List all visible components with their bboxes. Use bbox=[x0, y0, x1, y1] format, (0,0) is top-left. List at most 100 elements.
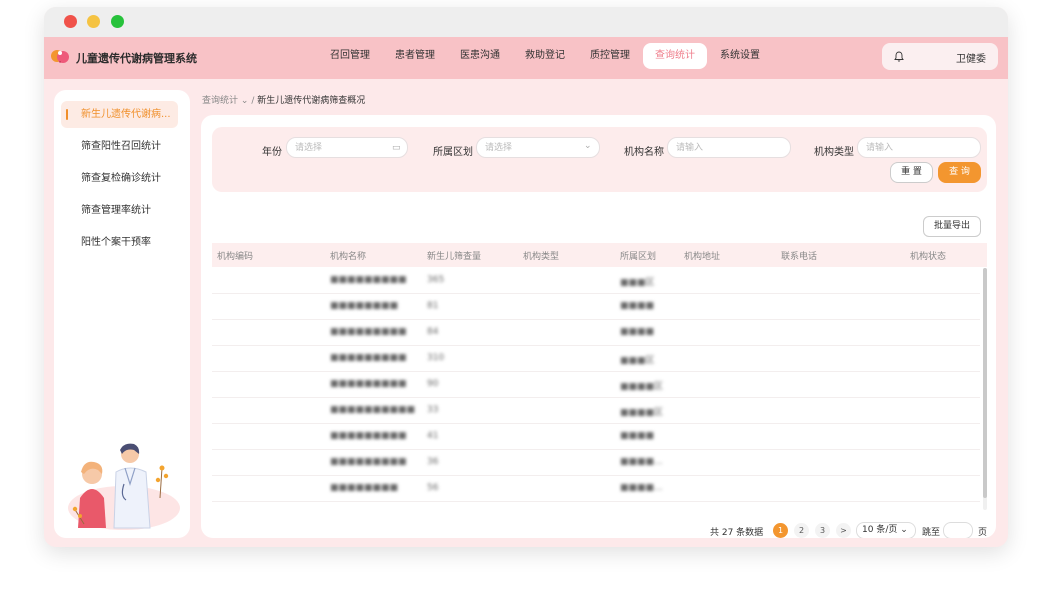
cell-district: ■■■■区 bbox=[620, 408, 664, 418]
cell-district: ■■■区 bbox=[620, 356, 655, 366]
nav-quality-control[interactable]: 质控管理 bbox=[578, 43, 642, 69]
nav-recall[interactable]: 召回管理 bbox=[318, 43, 382, 69]
cell-screening-count: 41 bbox=[427, 431, 439, 441]
filter-panel: 年份 ▭ 所属区划 ⌄ 机构名称 机构类型 重 置 查 询 bbox=[212, 127, 987, 192]
app-window: 儿童遗传代谢病管理系统 召回管理 患者管理 医患沟通 救助登记 质控管理 查询统… bbox=[44, 7, 1008, 547]
nav-query-statistics[interactable]: 查询统计 bbox=[643, 43, 707, 69]
table-row[interactable]: ■■■■■■■■■■ 33 ■■■■区 bbox=[212, 398, 980, 424]
page-size-select[interactable]: 10 条/页 ⌄ bbox=[856, 522, 916, 538]
nav-communication[interactable]: 医患沟通 bbox=[448, 43, 512, 69]
col-phone: 联系电话 bbox=[781, 252, 818, 262]
org-name-input[interactable] bbox=[667, 137, 791, 158]
batch-export-button[interactable]: 批量导出 bbox=[923, 216, 981, 237]
year-label: 年份 bbox=[262, 147, 282, 158]
cell-screening-count: 84 bbox=[427, 327, 439, 337]
pagination: 共 27 条数据 1 2 3 > 10 条/页 ⌄ 跳至 页 bbox=[201, 522, 996, 538]
year-select[interactable] bbox=[286, 137, 408, 158]
cell-screening-count: 90 bbox=[427, 379, 439, 389]
main-content: 年份 ▭ 所属区划 ⌄ 机构名称 机构类型 重 置 查 询 批量导出 机构编码 … bbox=[201, 115, 996, 538]
col-org-type: 机构类型 bbox=[523, 252, 560, 262]
app-logo-icon bbox=[51, 50, 69, 63]
table-row[interactable]: ■■■■■■■■ 56 ■■■■... bbox=[212, 476, 980, 502]
sidebar-item-management-rate[interactable]: 筛查管理率统计 bbox=[61, 197, 178, 224]
org-type-input[interactable] bbox=[857, 137, 981, 158]
close-window-button[interactable] bbox=[64, 15, 77, 28]
district-select[interactable] bbox=[476, 137, 600, 158]
cell-org-name: ■■■■■■■■■ bbox=[330, 275, 407, 285]
table-row[interactable]: ■■■■■■■■■ 84 ■■■■ bbox=[212, 320, 980, 346]
chevron-down-icon: ⌄ bbox=[900, 525, 908, 535]
org-name-label: 机构名称 bbox=[624, 147, 664, 158]
cell-district: ■■■■区 bbox=[620, 382, 664, 392]
cell-org-name: ■■■■■■■■■ bbox=[330, 353, 407, 363]
cell-org-name: ■■■■■■■■ bbox=[330, 483, 399, 493]
table-row[interactable]: ■■■■■■■■■ 41 ■■■■ bbox=[212, 424, 980, 450]
cell-org-name: ■■■■■■■■■■ bbox=[330, 405, 416, 415]
sidebar-item-recheck-diagnosis[interactable]: 筛查复检确诊统计 bbox=[61, 165, 178, 192]
col-district: 所属区划 bbox=[620, 252, 657, 262]
app-header: 儿童遗传代谢病管理系统 召回管理 患者管理 医患沟通 救助登记 质控管理 查询统… bbox=[44, 37, 1008, 79]
cell-org-name: ■■■■■■■■■ bbox=[330, 327, 407, 337]
maximize-window-button[interactable] bbox=[111, 15, 124, 28]
table-row[interactable]: ■■■■■■■■■ 36 ■■■■... bbox=[212, 450, 980, 476]
sidebar-item-screening-overview[interactable]: 新生儿遗传代谢病... bbox=[61, 101, 178, 128]
user-box[interactable]: 卫健委 bbox=[882, 43, 998, 70]
cell-org-name: ■■■■■■■■■ bbox=[330, 379, 407, 389]
cell-district: ■■■■ bbox=[620, 327, 655, 337]
sidebar-item-positive-recall[interactable]: 筛查阳性召回统计 bbox=[61, 133, 178, 160]
top-nav: 召回管理 患者管理 医患沟通 救助登记 质控管理 查询统计 系统设置 bbox=[318, 43, 773, 71]
breadcrumb-current: 新生儿遗传代谢病筛查概况 bbox=[257, 96, 366, 106]
sidebar-item-intervention-rate[interactable]: 阳性个案干预率 bbox=[61, 229, 178, 256]
reset-button[interactable]: 重 置 bbox=[890, 162, 933, 183]
breadcrumb: 查询统计 ⌄ / 新生儿遗传代谢病筛查概况 bbox=[202, 93, 365, 106]
nav-aid-registration[interactable]: 救助登记 bbox=[513, 43, 577, 69]
bell-icon[interactable] bbox=[894, 51, 904, 62]
cell-screening-count: 36 bbox=[427, 457, 439, 467]
cell-district: ■■■■... bbox=[620, 457, 663, 467]
breadcrumb-separator: / bbox=[251, 96, 255, 106]
page-size-value: 10 条/页 bbox=[862, 525, 898, 535]
cell-screening-count: 365 bbox=[427, 275, 445, 285]
table-header: 机构编码 机构名称 新生儿筛查量 机构类型 所属区划 机构地址 联系电话 机构状… bbox=[212, 243, 987, 267]
cell-district: ■■■区 bbox=[620, 278, 655, 288]
table-row[interactable]: ■■■■■■■■■ 310 ■■■区 bbox=[212, 346, 980, 372]
calendar-icon: ▭ bbox=[392, 143, 401, 153]
chevron-down-icon: ⌄ bbox=[584, 141, 592, 151]
page-2-button[interactable]: 2 bbox=[794, 523, 809, 538]
scrollbar-thumb[interactable] bbox=[983, 268, 987, 498]
col-org-code: 机构编码 bbox=[217, 252, 254, 262]
org-type-label: 机构类型 bbox=[814, 147, 854, 158]
jump-page-input[interactable] bbox=[943, 522, 973, 538]
cell-district: ■■■■ bbox=[620, 301, 655, 311]
page-unit-label: 页 bbox=[978, 528, 988, 538]
query-button[interactable]: 查 询 bbox=[938, 162, 981, 183]
nav-system-settings[interactable]: 系统设置 bbox=[708, 43, 772, 69]
jump-label: 跳至 bbox=[922, 528, 941, 538]
cell-screening-count: 33 bbox=[427, 405, 439, 415]
page-3-button[interactable]: 3 bbox=[815, 523, 830, 538]
next-page-button[interactable]: > bbox=[836, 523, 851, 538]
nav-patients[interactable]: 患者管理 bbox=[383, 43, 447, 69]
cell-district: ■■■■ bbox=[620, 431, 655, 441]
page-1-button[interactable]: 1 bbox=[773, 523, 788, 538]
col-address: 机构地址 bbox=[684, 252, 721, 262]
cell-org-name: ■■■■■■■■ bbox=[330, 301, 399, 311]
sidebar: 新生儿遗传代谢病... 筛查阳性召回统计 筛查复检确诊统计 筛查管理率统计 阳性… bbox=[54, 90, 190, 538]
table-row[interactable]: ■■■■■■■■ 81 ■■■■ bbox=[212, 294, 980, 320]
cell-org-name: ■■■■■■■■■ bbox=[330, 431, 407, 441]
district-label: 所属区划 bbox=[433, 147, 473, 158]
cell-org-name: ■■■■■■■■■ bbox=[330, 457, 407, 467]
cell-screening-count: 310 bbox=[427, 353, 445, 363]
total-count: 共 27 条数据 bbox=[710, 528, 764, 538]
table-row[interactable]: ■■■■■■■■■ 90 ■■■■区 bbox=[212, 372, 980, 398]
col-screening-count: 新生儿筛查量 bbox=[427, 252, 482, 262]
doctor-child-illustration bbox=[68, 443, 180, 530]
breadcrumb-parent[interactable]: 查询统计 bbox=[202, 96, 238, 106]
table-row[interactable]: ■■■■■■■■■ 365 ■■■区 bbox=[212, 268, 980, 294]
user-name: 卫健委 bbox=[956, 54, 986, 65]
cell-screening-count: 81 bbox=[427, 301, 439, 311]
minimize-window-button[interactable] bbox=[87, 15, 100, 28]
app-title: 儿童遗传代谢病管理系统 bbox=[76, 52, 197, 65]
table-scrollbar[interactable] bbox=[983, 268, 987, 510]
window-titlebar bbox=[44, 7, 1008, 37]
